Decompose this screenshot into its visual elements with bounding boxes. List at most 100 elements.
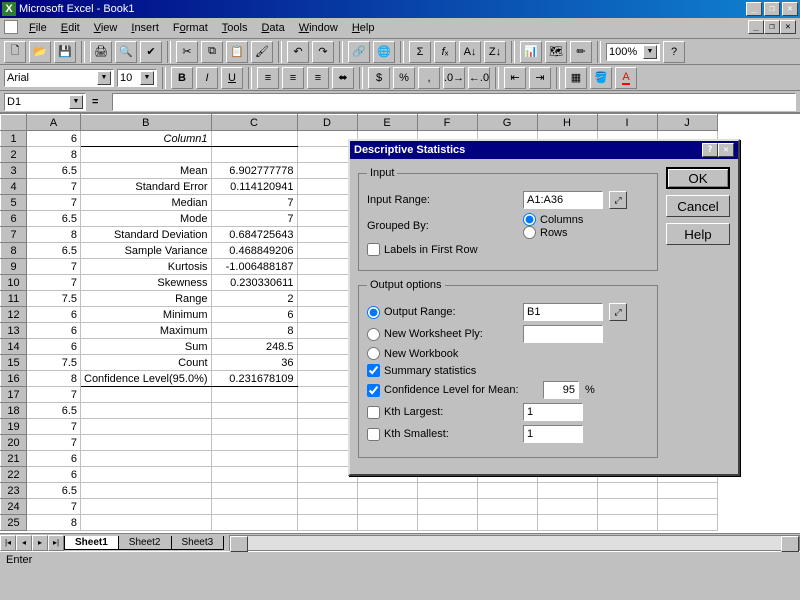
- cell[interactable]: [81, 387, 212, 403]
- cell[interactable]: 7: [27, 179, 81, 195]
- drawing-icon[interactable]: ✏: [570, 41, 592, 63]
- cell[interactable]: 8: [211, 323, 297, 339]
- doc-restore-button[interactable]: ❐: [764, 20, 780, 34]
- decrease-decimal-icon[interactable]: ←.0: [468, 67, 490, 89]
- cell[interactable]: [81, 147, 212, 163]
- save-icon[interactable]: 💾: [54, 41, 76, 63]
- kth-smallest-field[interactable]: [523, 425, 583, 443]
- row-header[interactable]: 13: [1, 323, 27, 339]
- row-header[interactable]: 1: [1, 131, 27, 147]
- menu-format[interactable]: Format: [166, 20, 215, 36]
- row-header[interactable]: 14: [1, 339, 27, 355]
- paste-icon[interactable]: 📋: [226, 41, 248, 63]
- cell[interactable]: [211, 435, 297, 451]
- underline-icon[interactable]: U: [221, 67, 243, 89]
- sheet-tab-1[interactable]: Sheet1: [64, 536, 119, 550]
- menu-help[interactable]: Help: [345, 20, 382, 36]
- cell[interactable]: [537, 515, 597, 531]
- cell[interactable]: [81, 435, 212, 451]
- function-icon[interactable]: fₓ: [434, 41, 456, 63]
- cell[interactable]: Kurtosis: [81, 259, 212, 275]
- open-icon[interactable]: 📂: [29, 41, 51, 63]
- help-icon[interactable]: ?: [663, 41, 685, 63]
- cell[interactable]: 6.5: [27, 211, 81, 227]
- align-right-icon[interactable]: ≡: [307, 67, 329, 89]
- row-header[interactable]: 3: [1, 163, 27, 179]
- cell[interactable]: [357, 515, 417, 531]
- row-header[interactable]: 17: [1, 387, 27, 403]
- autosum-icon[interactable]: Σ: [409, 41, 431, 63]
- prev-sheet-button[interactable]: ◂: [16, 535, 32, 551]
- sheet-tab-2[interactable]: Sheet2: [118, 536, 172, 550]
- menu-tools[interactable]: Tools: [215, 20, 255, 36]
- doc-minimize-button[interactable]: _: [748, 20, 764, 34]
- dialog-help-icon[interactable]: ?: [702, 143, 718, 157]
- row-header[interactable]: 21: [1, 451, 27, 467]
- sort-desc-icon[interactable]: Z↓: [484, 41, 506, 63]
- cell[interactable]: [297, 499, 357, 515]
- borders-icon[interactable]: ▦: [565, 67, 587, 89]
- cell[interactable]: [211, 131, 297, 147]
- cell[interactable]: 7.5: [27, 355, 81, 371]
- row-header[interactable]: 7: [1, 227, 27, 243]
- decrease-indent-icon[interactable]: ⇤: [504, 67, 526, 89]
- column-header-C[interactable]: C: [211, 115, 297, 131]
- cell[interactable]: 7: [27, 275, 81, 291]
- cell[interactable]: 6: [27, 307, 81, 323]
- collapse-dialog-icon[interactable]: ⤢: [609, 303, 627, 321]
- zoom-combo[interactable]: 100% ▼: [606, 43, 660, 61]
- horizontal-scrollbar[interactable]: [229, 535, 800, 551]
- cell[interactable]: 6.5: [27, 483, 81, 499]
- cell[interactable]: [417, 483, 477, 499]
- cell[interactable]: [357, 483, 417, 499]
- cell[interactable]: [297, 483, 357, 499]
- cell[interactable]: [81, 483, 212, 499]
- font-size-combo[interactable]: 10 ▼: [117, 69, 157, 87]
- row-header[interactable]: 23: [1, 483, 27, 499]
- menu-window[interactable]: Window: [292, 20, 345, 36]
- cell[interactable]: 6.5: [27, 243, 81, 259]
- cancel-button[interactable]: Cancel: [666, 195, 730, 217]
- chevron-down-icon[interactable]: ▼: [69, 95, 83, 109]
- new-workbook-radio[interactable]: [367, 347, 380, 360]
- chart-wizard-icon[interactable]: 📊: [520, 41, 542, 63]
- cell[interactable]: 6: [27, 467, 81, 483]
- print-icon[interactable]: 🖨: [90, 41, 112, 63]
- cut-icon[interactable]: ✂: [176, 41, 198, 63]
- cell[interactable]: [211, 147, 297, 163]
- cell[interactable]: [81, 467, 212, 483]
- chevron-down-icon[interactable]: ▼: [97, 71, 111, 85]
- help-button[interactable]: Help: [666, 223, 730, 245]
- maximize-button[interactable]: ❐: [764, 2, 780, 16]
- cell[interactable]: [657, 515, 717, 531]
- cell[interactable]: [597, 515, 657, 531]
- cell[interactable]: 36: [211, 355, 297, 371]
- cell[interactable]: [537, 499, 597, 515]
- first-sheet-button[interactable]: |◂: [0, 535, 16, 551]
- row-header[interactable]: 24: [1, 499, 27, 515]
- cell[interactable]: Standard Error: [81, 179, 212, 195]
- cell[interactable]: 6.5: [27, 163, 81, 179]
- cell[interactable]: [81, 451, 212, 467]
- cell[interactable]: 7: [27, 499, 81, 515]
- input-range-field[interactable]: [523, 191, 603, 209]
- last-sheet-button[interactable]: ▸|: [48, 535, 64, 551]
- cell[interactable]: [477, 483, 537, 499]
- column-header-E[interactable]: E: [357, 115, 417, 131]
- cell[interactable]: 6.5: [27, 403, 81, 419]
- cell[interactable]: [357, 499, 417, 515]
- grouped-rows-radio[interactable]: [523, 226, 536, 239]
- cell[interactable]: [597, 483, 657, 499]
- cell[interactable]: [211, 467, 297, 483]
- cell[interactable]: [417, 515, 477, 531]
- new-icon[interactable]: 🗋: [4, 41, 26, 63]
- row-header[interactable]: 9: [1, 259, 27, 275]
- cell[interactable]: Sample Variance: [81, 243, 212, 259]
- row-header[interactable]: 19: [1, 419, 27, 435]
- row-header[interactable]: 5: [1, 195, 27, 211]
- row-header[interactable]: 12: [1, 307, 27, 323]
- menu-edit[interactable]: Edit: [54, 20, 87, 36]
- column-header-A[interactable]: A: [27, 115, 81, 131]
- row-header[interactable]: 15: [1, 355, 27, 371]
- font-combo[interactable]: Arial ▼: [4, 69, 114, 87]
